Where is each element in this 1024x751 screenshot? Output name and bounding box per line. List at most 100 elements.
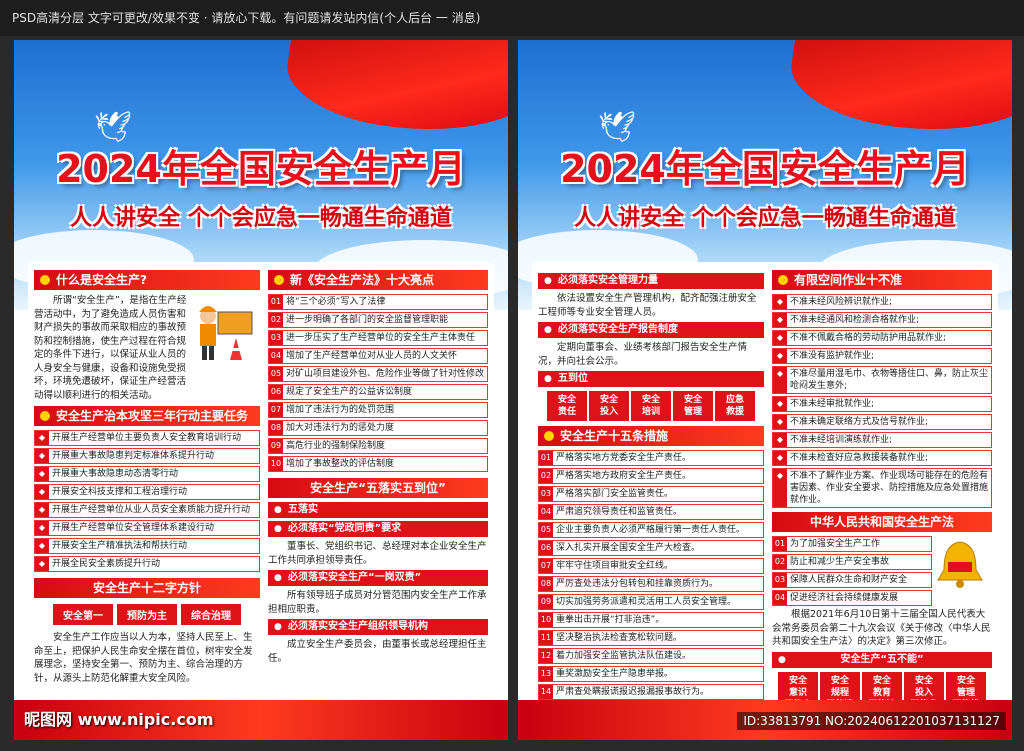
item-text: 促进经济社会持续健康发展	[790, 593, 899, 603]
item-number: 03	[773, 573, 787, 587]
paragraph: 定期向董事会、业绩考核部门报告安全生产情况，并向社会公示。	[538, 342, 748, 367]
list-item: ◆ 开展生产经营单位从业人员安全素质能力提升行动	[34, 502, 260, 518]
content-panel: 什么是安全生产? 所谓“安全生产”，是指在生产经营活动中，为了避免造成人员伤害和…	[28, 262, 494, 702]
highlight-list: 01 将“三个必须”写入了法律 02 进一步明确了各部门的安全监督管理职能 03 进一步压…	[268, 294, 488, 472]
list-item: ◆ 不准未经风险辨识就作业;	[772, 294, 992, 310]
item-number: ◆	[35, 503, 49, 517]
item-text: 不准未经培训演练就作业;	[790, 435, 893, 445]
list-item: ◆ 开展生产经营单位安全管理体系建设行动	[34, 520, 260, 536]
list-item: 10 增加了事故整改的评估制度	[268, 456, 488, 472]
item-number: ◆	[773, 313, 787, 327]
item-text: 重奖激励安全生产隐患举报。	[556, 669, 674, 679]
list-item: 05 对矿山项目建设外包、危险作业等做了针对性修改	[268, 366, 488, 382]
item-text: 严格落实地方党委安全生产责任。	[556, 453, 692, 463]
poster-title: 2024年全国安全生产月	[56, 147, 466, 191]
item-text: 开展生产经营单位安全管理体系建设行动	[52, 523, 215, 533]
item-text: 重拳出击开展“打非治违”。	[556, 615, 665, 625]
list-item: ◆ 不准不了解作业方案、作业现场可能存在的危险有害因素、作业安全要求、防控措施及应…	[772, 468, 992, 508]
item-text: 企业主要负责人必须严格履行第一责任人责任。	[556, 525, 746, 535]
list-item: ◆ 不准未确定联络方式及信号就作业;	[772, 414, 992, 430]
sub-header: 五落实	[268, 502, 488, 518]
item-number: 04	[269, 349, 283, 363]
list-item: ◆ 开展全民安全素质提升行动	[34, 556, 260, 572]
principle-pills: 安全第一 预防为主 综合治理	[34, 602, 260, 627]
item-text: 增加了生产经营单位对从业人员的人文关怀	[286, 351, 458, 361]
item-text: 规定了安全生产的公益诉讼制度	[286, 387, 413, 397]
section-header: 中华人民共和国安全生产法	[772, 512, 992, 532]
list-item: 03 进一步压实了生产经营单位的安全生产主体责任	[268, 330, 488, 346]
item-text: 不准未经审批就作业;	[790, 399, 875, 409]
label-box: 安全 投入	[589, 391, 629, 421]
item-text: 开展生产经营单位主要负责人安全教育培训行动	[52, 433, 242, 443]
list-item: ◆ 不准未经通风和检测合格就作业;	[772, 312, 992, 328]
top-notice-bar: PSD高清分层 文字可更改/效果不变 · 请放心下载。有问题请发站内信(个人后台…	[0, 0, 1024, 36]
list-item: ◆ 开展安全生产精准执法和帮扶行动	[34, 538, 260, 554]
sub-header: 必须落实安全生产组织领导机构	[268, 619, 488, 635]
paragraph: 所有领导班子成员对分管范围内安全生产工作承担相应职责。	[268, 590, 487, 615]
list-item: ◆ 开展重大事故隐患动态清零行动	[34, 466, 260, 482]
item-number: 06	[269, 385, 283, 399]
confined-space-list: ◆ 不准未经风险辨识就作业; ◆ 不准未经通风和检测合格就作业; ◆ 不准不佩戴合格的劳动…	[772, 294, 992, 508]
list-item: 01 将“三个必须”写入了法律	[268, 294, 488, 310]
list-item: 05 企业主要负责人必须严格履行第一责任人责任。	[538, 522, 764, 538]
list-item: 07 牢牢守住项目审批安全红线。	[538, 558, 764, 574]
watermark: 昵图网 www.nipic.com	[24, 710, 214, 729]
section-header: 安全生产治本攻坚三年行动主要任务	[34, 406, 260, 426]
sub-header: 五到位	[538, 371, 764, 387]
item-number: ◆	[773, 451, 787, 465]
list-item: ◆ 开展生产经营单位主要负责人安全教育培训行动	[34, 430, 260, 446]
item-text: 开展安全生产精准执法和帮扶行动	[52, 541, 188, 551]
label-box: 安全 管理	[673, 391, 713, 421]
paragraph: 安全生产工作应当以人为本，坚持人民至上、生命至上，把保护人民生命安全摆在首位，树…	[34, 632, 253, 684]
item-number: 04	[773, 591, 787, 605]
list-item: 13 重奖激励安全生产隐患举报。	[538, 666, 764, 682]
item-number: ◆	[773, 433, 787, 447]
item-number: ◆	[35, 485, 49, 499]
left-column: 什么是安全生产? 所谓“安全生产”，是指在生产经营活动中，为了避免造成人员伤害和…	[34, 270, 260, 685]
poster-subtitle: 人人讲安全 个个会应急一畅通生命通道	[574, 206, 956, 231]
list-item: 09 高危行业的强制保险制度	[268, 438, 488, 454]
list-item: ◆ 开展重大事故隐患判定标准体系提升行动	[34, 448, 260, 464]
list-item: 02 防止和减少生产安全事故	[772, 554, 932, 570]
item-text: 严厉查处违法分包转包和挂靠资质行为。	[556, 579, 719, 589]
item-text: 不准未经风险辨识就作业;	[790, 297, 893, 307]
list-item: 11 坚决整治执法检查宽松软问题。	[538, 630, 764, 646]
item-number: 07	[269, 403, 283, 417]
item-number: 02	[269, 313, 283, 327]
list-item: 10 重拳出击开展“打非治违”。	[538, 612, 764, 628]
item-number: 09	[539, 595, 553, 609]
list-item: 08 加大对违法行为的惩处力度	[268, 420, 488, 436]
item-text: 严格落实部门安全监管责任。	[556, 489, 674, 499]
paragraph: 成立安全生产委员会，由董事长或总经理担任主任。	[268, 639, 487, 664]
item-text: 进一步明确了各部门的安全监督管理职能	[286, 315, 449, 325]
measures-list: 01 严格落实地方党委安全生产责任。 02 严格落实地方政府安全生产责任。 03 严格落实…	[538, 450, 764, 718]
list-item: 09 切实加强劳务派遣和灵活用工人员安全管理。	[538, 594, 764, 610]
list-item: 08 严厉查处违法分包转包和挂靠资质行为。	[538, 576, 764, 592]
item-text: 深入扎实开展全国安全生产大检查。	[556, 543, 701, 553]
item-number: ◆	[35, 521, 49, 535]
item-text: 不准不了解作业方案、作业现场可能存在的危险有害因素、作业安全要求、防控措施及应急…	[790, 471, 989, 505]
item-number: 03	[539, 487, 553, 501]
item-number: 02	[773, 555, 787, 569]
item-number: 09	[269, 439, 283, 453]
item-text: 防止和减少生产安全事故	[790, 557, 890, 567]
item-text: 对矿山项目建设外包、危险作业等做了针对性修改	[286, 369, 485, 379]
bell-icon	[932, 536, 988, 592]
item-text: 开展生产经营单位从业人员安全素质能力提升行动	[52, 505, 251, 515]
paragraph: 依法设置安全生产管理机构，配齐配强注册安全工程师等专业安全管理人员。	[538, 293, 757, 318]
list-item: 14 严肃查处瞒报谎报迟报漏报事故行为。	[538, 684, 764, 700]
list-item: 04 严肃追究领导责任和监管责任。	[538, 504, 764, 520]
item-number: ◆	[773, 331, 787, 345]
item-text: 不准不佩戴合格的劳动防护用品就作业;	[790, 333, 947, 343]
item-number: ◆	[773, 469, 787, 507]
item-text: 开展安全科技支撑和工程治理行动	[52, 487, 188, 497]
right-column: 新《安全生产法》十大亮点 01 将“三个必须”写入了法律 02 进一步明确了各部门的安…	[268, 270, 488, 665]
list-item: 02 进一步明确了各部门的安全监督管理职能	[268, 312, 488, 328]
list-item: ◆ 不准未经审批就作业;	[772, 396, 992, 412]
item-number: ◆	[35, 449, 49, 463]
item-number: 01	[773, 537, 787, 551]
list-item: 01 为了加强安全生产工作	[772, 536, 932, 552]
item-number: 05	[539, 523, 553, 537]
item-text: 严肃追究领导责任和监管责任。	[556, 507, 683, 517]
item-number: 10	[539, 613, 553, 627]
